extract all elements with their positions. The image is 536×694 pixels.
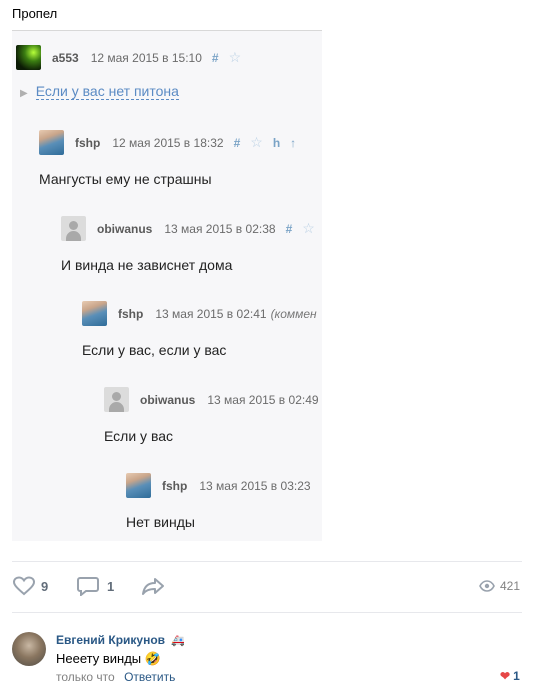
ambulance-emoji-icon: 🚑: [171, 635, 186, 647]
comment-like-button[interactable]: ❤ 1: [500, 669, 520, 683]
comment-header: obiwanus 13 мая 2015 в 02:38 # ☆: [61, 216, 315, 241]
root-comment-header: a553 12 мая 2015 в 15:10 # ☆: [16, 45, 241, 70]
commenter-avatar[interactable]: [12, 632, 46, 666]
comment-anchor-link: #: [211, 50, 219, 65]
parent-link: h: [272, 135, 281, 150]
comment-text: Мангусты ему не страшны: [39, 171, 212, 187]
heart-icon: [12, 576, 36, 596]
divider: [12, 612, 522, 613]
comment-body: Нееету винды 🤣: [56, 651, 161, 666]
comment-text: И винда не зависнет дома: [61, 257, 233, 273]
comment-date: 12 мая 2015 в 15:10: [90, 50, 202, 65]
comment-anchor-link: #: [233, 135, 241, 150]
comment-button[interactable]: 1: [77, 576, 114, 596]
comment-text: Если у вас: [104, 428, 174, 444]
comment-date: 13 мая 2015 в 03:23: [199, 478, 311, 493]
comment-header: fshp 12 мая 2015 в 18:32 # ☆ h ↑: [39, 130, 296, 155]
comment-date: 13 мая 2015 в 02:49: [207, 392, 319, 407]
divider: [12, 561, 522, 562]
comment-author: fshp: [75, 135, 101, 150]
comment-like-count: 1: [513, 669, 520, 683]
avatar: [61, 216, 86, 241]
share-icon: [142, 578, 164, 595]
heart-icon: ❤: [500, 669, 511, 683]
comment-note: (коммен: [270, 306, 317, 321]
habr-comments-screenshot[interactable]: a553 12 мая 2015 в 15:10 # ☆ ▶ Если у вас…: [12, 30, 322, 541]
avatar: [39, 130, 64, 155]
avatar: [104, 387, 129, 412]
commenter-name-row: Евгений Крикунов 🚑: [56, 633, 185, 647]
share-button[interactable]: [141, 576, 165, 596]
views-counter: 421: [479, 579, 520, 593]
avatar: [126, 473, 151, 498]
comment-meta: только что Ответить: [56, 670, 175, 684]
comment-anchor-link: #: [285, 221, 293, 236]
comment-author: obiwanus: [140, 392, 196, 407]
laughing-emoji-icon: 🤣: [144, 651, 161, 666]
avatar: [16, 45, 41, 70]
reply-link[interactable]: Ответить: [124, 670, 175, 684]
comment-text: Если у вас, если у вас: [82, 342, 227, 358]
spoiler-title: ▶ Если у вас нет питона: [20, 83, 179, 100]
comment-date: 12 мая 2015 в 18:32: [112, 135, 224, 150]
star-icon: ☆: [228, 49, 242, 65]
like-count: 9: [41, 578, 49, 594]
comment-time: только что: [56, 670, 115, 684]
comment-text: Нет винды: [126, 514, 195, 530]
comment-author: fshp: [118, 306, 144, 321]
avatar: [82, 301, 107, 326]
star-icon: ☆: [250, 134, 263, 150]
views-count: 421: [500, 579, 521, 593]
comment-icon: [77, 577, 99, 596]
eye-icon: [479, 580, 495, 592]
comment-header: obiwanus 13 мая 2015 в 02:49: [104, 387, 319, 412]
comment-header: fshp 13 мая 2015 в 03:23: [126, 473, 311, 498]
commenter-name[interactable]: Евгений Крикунов: [56, 633, 165, 647]
comment-header: fshp 13 мая 2015 в 02:41 (коммен: [82, 301, 317, 326]
up-arrow-icon: ↑: [290, 135, 297, 150]
star-icon: ☆: [302, 220, 315, 236]
comment-date: 13 мая 2015 в 02:38: [164, 221, 276, 236]
comment-count: 1: [107, 578, 115, 594]
comment-author: a553: [52, 50, 79, 65]
like-button[interactable]: 9: [12, 576, 48, 596]
comment-date: 13 мая 2015 в 02:41: [155, 306, 267, 321]
caret-right-icon: ▶: [20, 88, 28, 99]
comment-author: obiwanus: [97, 221, 153, 236]
comment-author: fshp: [162, 478, 188, 493]
post-title: Пропел: [12, 6, 58, 21]
